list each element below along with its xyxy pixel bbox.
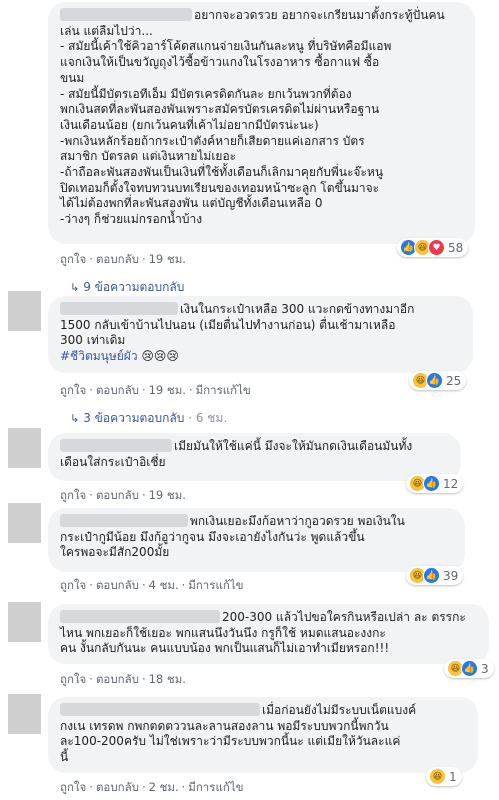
like-reaction-icon: 👍 [423, 475, 440, 492]
comment-time[interactable]: 4 ชม. [149, 578, 179, 592]
like-button[interactable]: ถูกใจ [60, 578, 86, 592]
like-button[interactable]: ถูกใจ [60, 672, 86, 686]
avatar[interactable] [8, 503, 41, 543]
comment-time[interactable]: 19 ชม. [149, 488, 186, 502]
view-replies-link[interactable]: ↳ 3 ข้อความตอบกลับ · 6 ชม. [70, 409, 227, 428]
comment-bubble-1: อยากจะอวดรวย อยากจะเกรียนมาตั้งกระทู้ปั่… [48, 2, 475, 244]
reaction-count: 12 [443, 476, 459, 491]
comment-actions: ถูกใจ · ตอบกลับ · 19 ชม. [60, 488, 186, 502]
avatar[interactable] [8, 291, 41, 331]
reaction-count: 3 [481, 661, 489, 676]
edited-label[interactable]: มีการแก้ไข [188, 780, 243, 794]
edited-label[interactable]: มีการแก้ไข [196, 383, 251, 397]
commenter-name[interactable] [60, 8, 192, 21]
comment-bubble-4: พกเงินเยอะมึงก้อหาว่ากูอวดรวย พอเงินใน ก… [48, 508, 465, 572]
reaction-count: 1 [449, 769, 457, 784]
like-reaction-icon: 👍 [423, 567, 440, 584]
avatar[interactable] [8, 428, 41, 468]
reply-button[interactable]: ตอบกลับ [96, 252, 139, 266]
comment-actions: ถูกใจ · ตอบกลับ · 19 ชม. [60, 252, 186, 266]
comment-bubble-3: เมียมันให้ใช้แค่นี้ มึงจะให้มันกดเงินเดื… [48, 433, 461, 481]
reply-arrow-icon: ↳ [70, 281, 80, 294]
view-replies-link[interactable]: ↳ 9 ข้อความตอบกลับ [70, 278, 184, 297]
replies-count: 3 ข้อความตอบกลับ [83, 411, 185, 425]
comment-actions: ถูกใจ · ตอบกลับ · 2 ชม. · มีการแก้ไข [60, 780, 244, 794]
comment-bubble-2: เงินในกระเป๋าเหลือ 300 แวะกดข้างทางมาอีก… [48, 296, 473, 373]
comment-actions: ถูกใจ · ตอบกลับ · 19 ชม. · มีการแก้ไข [60, 383, 251, 397]
like-button[interactable]: ถูกใจ [60, 780, 86, 794]
avatar[interactable] [8, 602, 41, 642]
comment-actions: ถูกใจ · ตอบกลับ · 4 ชม. · มีการแก้ไข [60, 578, 244, 592]
reaction-summary[interactable]: 😆 👍 12 [406, 474, 464, 493]
reply-button[interactable]: ตอบกลับ [96, 578, 139, 592]
reaction-count: 39 [443, 568, 459, 583]
reaction-summary[interactable]: 😆 👍 3 [444, 659, 494, 678]
reaction-summary[interactable]: 😆 1 [426, 767, 462, 786]
hashtag-link[interactable]: #ชีวิตมนุษย์ผัว [60, 349, 138, 363]
reaction-summary[interactable]: 👍 😆 ♥ 58 [397, 238, 469, 257]
comment-time[interactable]: 2 ชม. [149, 780, 179, 794]
reaction-count: 25 [446, 373, 462, 388]
reaction-summary[interactable]: 😆 👍 25 [409, 371, 467, 390]
comment-text: อยากจะอวดรวย อยากจะเกรียนมาตั้งกระทู้ปั่… [60, 8, 445, 227]
commenter-name[interactable] [60, 302, 178, 315]
avatar[interactable] [8, 694, 41, 734]
comment-bubble-6: เมื่อก่อนยังไม่มีระบบเน็ตแบงค์ กงเน เทรด… [48, 697, 478, 773]
edited-label[interactable]: มีการแก้ไข [188, 578, 243, 592]
comment-time[interactable]: 19 ชม. [149, 252, 186, 266]
like-reaction-icon: 👍 [461, 660, 478, 677]
commenter-name[interactable] [60, 514, 188, 527]
reply-button[interactable]: ตอบกลับ [96, 672, 139, 686]
comment-bubble-5: 200-300 แล้วไปขอใครกินหรือเปล่า ละ ตรรกะ… [48, 604, 489, 664]
like-button[interactable]: ถูกใจ [60, 383, 86, 397]
reply-button[interactable]: ตอบกลับ [96, 780, 139, 794]
commenter-name[interactable] [60, 610, 220, 623]
crying-emoji: 😢😢😢 [141, 349, 179, 364]
comment-actions: ถูกใจ · ตอบกลับ · 18 ชม. [60, 672, 186, 686]
reaction-summary[interactable]: 😆 👍 39 [406, 566, 464, 585]
comment-time[interactable]: 19 ชม. [149, 383, 186, 397]
comment-time[interactable]: 18 ชม. [149, 672, 186, 686]
haha-reaction-icon: 😆 [429, 768, 446, 785]
replies-count: 9 ข้อความตอบกลับ [83, 280, 185, 294]
like-button[interactable]: ถูกใจ [60, 488, 86, 502]
reply-arrow-icon: ↳ [70, 412, 80, 425]
like-button[interactable]: ถูกใจ [60, 252, 86, 266]
love-reaction-icon: ♥ [428, 239, 445, 256]
reply-button[interactable]: ตอบกลับ [96, 488, 139, 502]
reply-button[interactable]: ตอบกลับ [96, 383, 139, 397]
commenter-name[interactable] [60, 439, 172, 452]
commenter-name[interactable] [60, 703, 260, 716]
replies-time: 6 ชม. [195, 411, 228, 425]
reaction-count: 58 [448, 240, 464, 255]
like-reaction-icon: 👍 [426, 372, 443, 389]
